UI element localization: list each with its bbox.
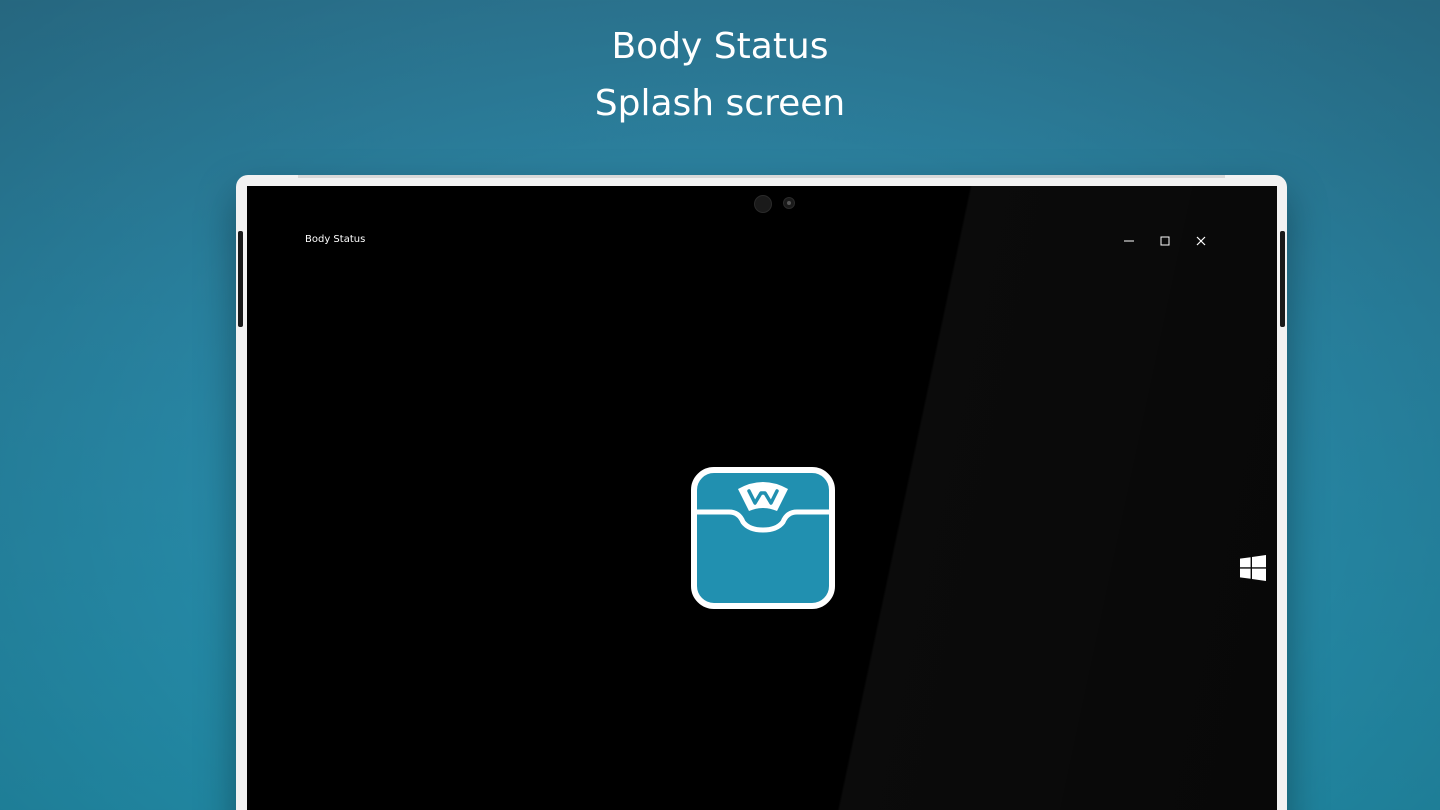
close-button[interactable] — [1183, 231, 1219, 251]
tablet-device: Body Status — [236, 175, 1287, 810]
device-side-button-left — [238, 231, 243, 327]
caption-app-name: Body Status — [611, 26, 829, 67]
maximize-icon — [1160, 236, 1170, 246]
window-title: Body Status — [305, 234, 366, 245]
minimize-icon — [1124, 240, 1134, 242]
close-icon — [1196, 236, 1206, 246]
windows-logo-icon[interactable] — [1240, 555, 1266, 581]
caption-screen-name: Splash screen — [594, 83, 846, 124]
maximize-button[interactable] — [1147, 231, 1183, 251]
camera-sensor — [783, 197, 795, 209]
minimize-button[interactable] — [1111, 231, 1147, 251]
bathroom-scale-icon — [691, 467, 835, 609]
front-camera — [754, 195, 772, 213]
device-top-edge — [298, 175, 1225, 178]
window-controls — [1111, 231, 1219, 251]
marketing-caption: Body Status Splash screen — [0, 18, 1440, 132]
device-side-button-right — [1280, 231, 1285, 327]
app-window: Body Status — [247, 186, 1277, 810]
